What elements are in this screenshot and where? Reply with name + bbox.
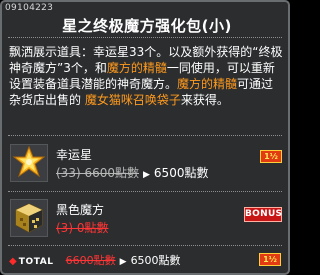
- item-id: 09104223: [5, 3, 54, 13]
- package-title: 星之终极魔方强化包(小): [62, 17, 232, 35]
- item-divider: [8, 191, 282, 192]
- total-divider: [8, 245, 282, 246]
- description-text: 来获得。: [180, 93, 229, 107]
- original-price: (33) 6600點數: [56, 166, 139, 180]
- discount-badge: 1½: [259, 253, 281, 266]
- title-divider: [8, 37, 282, 38]
- package-item-row: 幸运星 (33) 6600點數 ▶ 6500點數 1½: [10, 144, 284, 188]
- item-description: 飘洒展示道具：幸运星33个。以及额外获得的“终极神奇魔方”3个，和魔方的精髓一同…: [9, 44, 285, 108]
- item-price: (33) 6600點數 ▶ 6500點數: [56, 164, 208, 181]
- item-tooltip: 09104223 星之终极魔方强化包(小) 飘洒展示道具：幸运星33个。以及额外…: [0, 0, 290, 275]
- sale-price: 6500點數: [153, 166, 209, 180]
- description-highlight: 魔方的精髓: [106, 61, 167, 75]
- total-original-price: 6600點數: [65, 254, 116, 267]
- diamond-bullet-icon: ◆: [9, 256, 17, 267]
- total-sale-price: 6500點數: [130, 254, 181, 267]
- arrow-right-icon: ▶: [119, 257, 127, 267]
- discount-badge: 1½: [260, 150, 282, 163]
- arrow-right-icon: ▶: [143, 170, 150, 180]
- total-row: ◆ TOTAL 6600點數 ▶ 6500點數 1½: [9, 252, 283, 270]
- description-highlight: 魔方的精髓: [177, 77, 238, 91]
- item-price: (3) 0點數: [56, 219, 108, 236]
- total-label: TOTAL: [18, 257, 54, 267]
- bonus-badge: BONUS: [244, 207, 282, 222]
- item-name: 幸运星: [56, 148, 93, 162]
- description-highlight: 魔女猫咪召唤袋子: [84, 93, 181, 107]
- item-name: 黑色魔方: [56, 203, 105, 217]
- package-item-row: 黑色魔方 (3) 0點數 BONUS: [10, 199, 284, 243]
- original-price: (3) 0點數: [56, 221, 109, 235]
- black-cube-icon: [10, 199, 48, 237]
- description-divider: [8, 135, 282, 136]
- lucky-star-icon: [10, 144, 48, 182]
